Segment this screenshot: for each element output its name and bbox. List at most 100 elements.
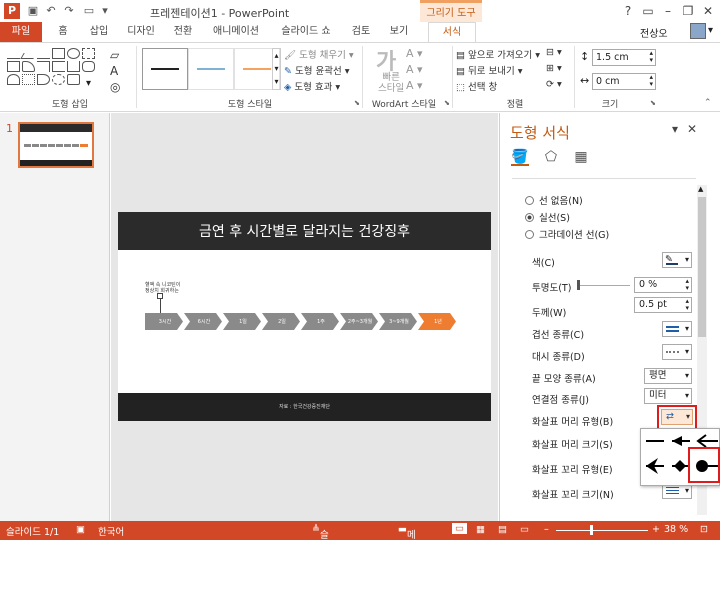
slide-thumbnail[interactable] [18,122,94,168]
close-button[interactable]: ✕ [698,2,718,20]
group-icon[interactable]: ⊞ ▾ [546,63,562,74]
selection-handle[interactable] [157,293,163,299]
selection-pane-button[interactable]: ⬚ 선택 창 [456,79,497,93]
size-properties-tab-icon[interactable]: ▦ [572,148,590,166]
zoom-level[interactable]: 38 % [664,524,688,535]
radio-gradient-line[interactable]: 그라데이션 선(G) [525,227,609,241]
powerpoint-app-icon[interactable]: P [4,3,20,19]
process-chevron-label: 6시간 [197,319,211,325]
prop-label-transparency: 투명도(T) [532,283,572,294]
quick-styles-button[interactable]: 빠른 스타일 [378,72,404,94]
pane-close-icon[interactable]: ✕ [687,122,697,136]
shape-style-1[interactable] [142,48,188,90]
effects-tab-icon[interactable]: ⬠ [542,148,560,166]
radio-no-line[interactable]: 선 없음(N) [525,193,583,207]
edit-shape-icon[interactable]: ▱ [110,48,119,62]
undo-icon[interactable]: ↶ [44,4,58,18]
zoom-in-icon[interactable]: + [652,524,660,535]
tab-insert[interactable]: 삽입 [84,22,114,42]
start-slideshow-icon[interactable]: ▭ [82,4,96,18]
group-label-wordart-styles: WordArt 스타일 [371,100,437,110]
help-icon[interactable]: ? [618,2,638,20]
notes-button[interactable]: ≜ 슬라이드 노트 [312,524,329,611]
line-color-button[interactable]: ✎ ▾ [662,252,692,268]
tab-format[interactable]: 서식 [428,22,476,42]
normal-view-icon[interactable]: ▭ [452,523,467,534]
text-fill-outline-effects-icons[interactable]: A ▾ A ▾ A ▾ [406,46,423,94]
tab-design[interactable]: 디자인 [122,22,160,42]
tab-file[interactable]: 파일 [0,22,42,42]
shape-height-input[interactable]: 1.5 cm ▴ ▾ [592,49,656,66]
account-dropdown-icon[interactable]: ▾ [708,25,713,36]
ribbon-display-options-icon[interactable]: ▭ [638,2,658,20]
tab-review[interactable]: 검토 [346,22,376,42]
pane-divider [512,178,696,179]
text-box-icon[interactable]: A [110,64,118,78]
send-backward-button[interactable]: ▤ 뒤로 보내기 ▾ [456,63,523,77]
comments-button[interactable]: ▬ 메모 [398,524,416,555]
pane-scrollbar-thumb[interactable] [698,197,706,337]
zoom-out-icon[interactable]: – [544,524,549,535]
slideshow-view-icon[interactable]: ▭ [520,524,529,535]
process-chevron-label: 1주 [317,319,325,325]
slide-title[interactable]: 금연 후 시간별로 달라지는 건강징후 [118,221,491,241]
reading-view-icon[interactable]: ▤ [498,524,507,535]
process-chevron-label: 3~9개월 [389,319,409,325]
merge-shapes-icon[interactable]: ◎ [110,80,120,94]
zoom-slider[interactable] [556,530,648,531]
proofing-icon[interactable]: ▣ [76,524,85,535]
radio-solid-line[interactable]: 실선(S) [525,210,570,224]
rotate-icon[interactable]: ⟳ ▾ [546,79,562,90]
window-title: 프레젠테이션1 - PowerPoint [150,7,290,20]
tab-home[interactable]: 홈 [50,22,76,42]
transparency-slider-thumb[interactable] [577,280,580,290]
shape-fill-button[interactable]: 🖌 도형 채우기 ▾ [284,47,354,61]
save-icon[interactable]: ▣ [26,4,40,18]
size-launcher-icon[interactable]: ⬊ [650,99,656,107]
process-chevron-label: 1일 [239,319,247,325]
tab-transitions[interactable]: 전환 [168,22,198,42]
shape-style-2[interactable] [188,48,234,90]
prop-label-cap-type: 끝 모양 종류(A) [532,374,596,385]
shape-effects-button[interactable]: ◈ 도형 효과 ▾ [284,79,340,93]
tab-view[interactable]: 보기 [384,22,414,42]
bring-forward-button[interactable]: ▤ 앞으로 가져오기 ▾ [456,47,540,61]
shape-width-input[interactable]: 0 cm ▴ ▾ [592,73,656,90]
collapse-ribbon-icon[interactable]: ⌃ [704,98,712,108]
transparency-input[interactable]: 0 % ▴ ▾ [634,277,692,293]
join-type-dropdown[interactable]: 미터 ▾ [644,388,692,404]
redo-icon[interactable]: ↷ [62,4,76,18]
scroll-up-icon[interactable]: ▲ [698,185,703,193]
tab-slideshow[interactable]: 슬라이드 쇼 [274,22,338,42]
transparency-slider[interactable] [578,285,630,286]
minimize-button[interactable]: – [658,2,678,20]
compound-type-dropdown[interactable]: ▾ [662,321,692,337]
avatar[interactable] [690,23,706,39]
slide-sorter-view-icon[interactable]: ▦ [476,524,485,535]
shape-styles-launcher-icon[interactable]: ⬊ [354,99,360,107]
wordart-launcher-icon[interactable]: ⬊ [444,99,450,107]
group-label-arrange: 정렬 [506,100,524,110]
oval-arrow-option[interactable] [692,452,718,478]
style-gallery-scroll[interactable]: ▴ ▾ ▾ [272,48,281,90]
align-icon[interactable]: ⊟ ▾ [546,47,562,58]
slide-source-text: 자료 : 한국건강증진재단 [279,404,330,410]
user-name[interactable]: 전상오 [640,25,668,40]
shape-outline-button[interactable]: ✎ 도형 윤곽선 ▾ [284,63,350,77]
status-language[interactable]: 한국어 [98,524,124,538]
status-slide-number: 슬라이드 1/1 [6,527,60,538]
customize-qat-icon[interactable]: ▾ [98,4,112,18]
tab-animations[interactable]: 애니메이션 [206,22,266,42]
fill-line-tab-icon[interactable]: 🪣 [511,148,529,166]
shapes-gallery[interactable]: ▾ [6,47,108,96]
fit-slide-icon[interactable]: ⊡ [700,524,708,535]
line-width-input[interactable]: 0.5 pt ▴ ▾ [634,297,692,313]
cap-type-dropdown[interactable]: 평면 ▾ [644,368,692,384]
dash-type-dropdown[interactable]: ▾ [662,344,692,360]
process-chevron-label: 3시간 [158,319,172,325]
group-separator [136,46,137,108]
restore-button[interactable]: ❐ [678,2,698,20]
pane-options-dropdown-icon[interactable]: ▾ [672,122,678,136]
begin-arrow-type-dropdown[interactable]: ⇄ ▾ [661,409,693,425]
zoom-slider-thumb[interactable] [590,525,593,535]
